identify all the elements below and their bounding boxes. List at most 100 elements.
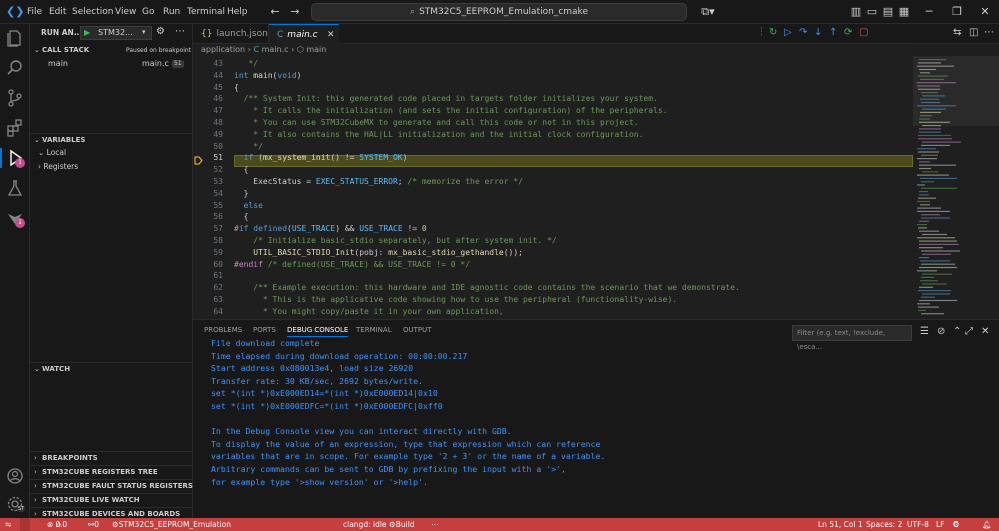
- toggle-secondary-sidebar-icon[interactable]: ▤: [881, 5, 895, 19]
- tab-debug-console[interactable]: DEBUG CONSOLE: [287, 326, 349, 337]
- restart-frame-icon[interactable]: ↻: [769, 27, 777, 38]
- menu-view[interactable]: View: [115, 0, 136, 24]
- more-actions-icon[interactable]: ⋯: [984, 27, 994, 38]
- code-line[interactable]: #endif /* defined(USE_TRACE) && USE_TRAC…: [234, 259, 470, 271]
- line-number[interactable]: 59: [193, 247, 223, 259]
- build-button[interactable]: ⚙ Build: [389, 518, 415, 531]
- live-watch-header[interactable]: › STM32CUBE LIVE WATCH: [30, 493, 193, 506]
- line-number[interactable]: 63: [193, 294, 223, 306]
- stop-icon[interactable]: ▢: [859, 27, 868, 38]
- menu-file[interactable]: File: [27, 0, 42, 24]
- breakpoints-header[interactable]: › BREAKPOINTS: [30, 451, 193, 464]
- maximize-panel-icon[interactable]: ⤢: [965, 326, 973, 337]
- step-out-icon[interactable]: ↑: [829, 27, 837, 38]
- line-number[interactable]: 56: [193, 211, 223, 223]
- encoding[interactable]: UTF-8: [907, 518, 929, 531]
- code-line[interactable]: /** Example execution: this hardware and…: [234, 282, 739, 294]
- code-line[interactable]: {: [234, 211, 249, 223]
- tab-problems[interactable]: PROBLEMS: [204, 326, 242, 334]
- code-line[interactable]: {: [234, 82, 239, 94]
- step-into-icon[interactable]: ↓: [814, 27, 822, 38]
- registers-tree-header[interactable]: › STM32CUBE REGISTERS TREE: [30, 465, 193, 478]
- testing-icon[interactable]: [5, 178, 25, 198]
- remote-icon[interactable]: ⇋: [5, 518, 11, 531]
- compare-icon[interactable]: ⇆: [953, 27, 961, 38]
- code-line[interactable]: * This is the applicative code showing h…: [234, 294, 677, 306]
- indentation[interactable]: Spaces: 2: [866, 518, 902, 531]
- ports-indicator[interactable]: ⚯ 0: [88, 518, 99, 531]
- code-line[interactable]: * You might copy/paste it in your own ap…: [234, 306, 504, 318]
- filter-icon[interactable]: ☰: [920, 326, 929, 337]
- line-number[interactable]: 51: [193, 152, 223, 164]
- command-center[interactable]: ⌕ STM32C5_EEPROM_Emulation_cmake: [311, 3, 687, 21]
- customize-layout-icon[interactable]: ▦: [897, 5, 911, 19]
- language-mode[interactable]: C ⚙: [953, 518, 960, 531]
- call-stack-frame[interactable]: main main.c 51: [30, 58, 193, 70]
- line-number[interactable]: 43: [193, 58, 223, 70]
- errors-indicator[interactable]: ⊗ 0 ⚠ 0: [47, 518, 67, 531]
- explorer-icon[interactable]: [5, 28, 25, 48]
- breadcrumb-folder[interactable]: application: [201, 45, 245, 54]
- breadcrumb-file[interactable]: main.c: [262, 45, 289, 54]
- account-icon[interactable]: [5, 466, 25, 486]
- minimize-icon[interactable]: ─: [922, 5, 936, 19]
- stm32-extension-icon[interactable]: 1: [5, 208, 25, 228]
- variables-header[interactable]: ⌄ VARIABLES: [30, 133, 193, 146]
- line-number[interactable]: 60: [193, 259, 223, 271]
- code-line[interactable]: {: [234, 164, 249, 176]
- notifications-icon[interactable]: 🔔︎: [982, 518, 992, 531]
- variables-registers[interactable]: › Registers: [38, 161, 78, 173]
- variables-local[interactable]: ⌄ Local: [38, 147, 66, 159]
- copilot-icon[interactable]: ⧉▾: [697, 5, 719, 19]
- code-line[interactable]: /* Initialize basic_stdio separately, bu…: [234, 235, 556, 247]
- code-line[interactable]: ExecStatus = EXEC_STATUS_ERROR; /* memor…: [234, 176, 523, 188]
- cursor-position[interactable]: Ln 51, Col 1: [818, 518, 863, 531]
- line-number[interactable]: 47: [193, 105, 223, 117]
- code-line[interactable]: /** System Init: this generated code pla…: [234, 93, 658, 105]
- menu-selection[interactable]: Selection: [72, 0, 113, 24]
- tab-main-c[interactable]: Cmain.c ✕: [269, 24, 339, 44]
- code-line[interactable]: * You can use STM32CubeMX to generate an…: [234, 117, 638, 129]
- collapse-icon[interactable]: ⌃: [953, 326, 961, 337]
- gear-icon[interactable]: ⚙: [156, 26, 165, 37]
- code-line[interactable]: #if defined(USE_TRACE) && USE_TRACE != 0: [234, 223, 427, 235]
- code-line[interactable]: */: [234, 58, 258, 70]
- settings-gear-icon[interactable]: ST: [5, 494, 26, 514]
- restart-icon[interactable]: ⟳: [844, 27, 852, 38]
- clangd-status[interactable]: clangd: idle: [343, 518, 387, 531]
- code-editor[interactable]: 43 */ 44 int main(void) 45 {46 /** System In…: [193, 56, 913, 319]
- call-stack-header[interactable]: ⌄ CALL STACK Paused on breakpoint: [30, 44, 193, 57]
- tab-ports[interactable]: PORTS: [253, 326, 276, 334]
- code-line[interactable]: * It calls the initialization (and sets …: [234, 105, 667, 117]
- tab-output[interactable]: OUTPUT: [403, 326, 432, 334]
- toggle-sidebar-icon[interactable]: ▥: [849, 5, 863, 19]
- line-number[interactable]: 61: [193, 270, 223, 282]
- watch-header[interactable]: ⌄ WATCH: [30, 362, 193, 375]
- code-line[interactable]: */: [234, 141, 263, 153]
- line-number[interactable]: 53: [193, 176, 223, 188]
- source-control-icon[interactable]: [5, 88, 25, 108]
- step-over-icon[interactable]: ↷: [799, 27, 807, 38]
- line-number[interactable]: 44: [193, 70, 223, 82]
- line-number[interactable]: 48: [193, 117, 223, 129]
- close-panel-icon[interactable]: ✕: [981, 326, 989, 337]
- split-editor-icon[interactable]: ◫: [969, 27, 978, 38]
- back-arrow-icon[interactable]: ←: [268, 5, 282, 19]
- more-actions-icon[interactable]: ⋯: [175, 26, 185, 37]
- drag-handle-icon[interactable]: ⋮: [757, 27, 766, 37]
- fault-status-header[interactable]: › STM32CUBE FAULT STATUS REGISTERS: [30, 479, 193, 492]
- code-line[interactable]: int main(void): [234, 70, 301, 82]
- menu-help[interactable]: Help: [227, 0, 248, 24]
- restore-icon[interactable]: ❐: [950, 5, 964, 19]
- run-debug-icon[interactable]: 1: [5, 148, 25, 168]
- code-line[interactable]: }: [234, 188, 249, 200]
- menu-run[interactable]: Run: [163, 0, 180, 24]
- clear-console-icon[interactable]: ⊘: [937, 326, 945, 337]
- minimap[interactable]: [913, 56, 999, 319]
- line-number[interactable]: 64: [193, 306, 223, 318]
- line-number[interactable]: 49: [193, 129, 223, 141]
- tab-launch-json[interactable]: {} launch.json: [193, 24, 269, 44]
- menu-edit[interactable]: Edit: [49, 0, 66, 24]
- tab-terminal[interactable]: TERMINAL: [356, 326, 392, 334]
- code-line[interactable]: UTIL_BASIC_STDIO_Init(pobj: mx_basic_std…: [234, 247, 523, 259]
